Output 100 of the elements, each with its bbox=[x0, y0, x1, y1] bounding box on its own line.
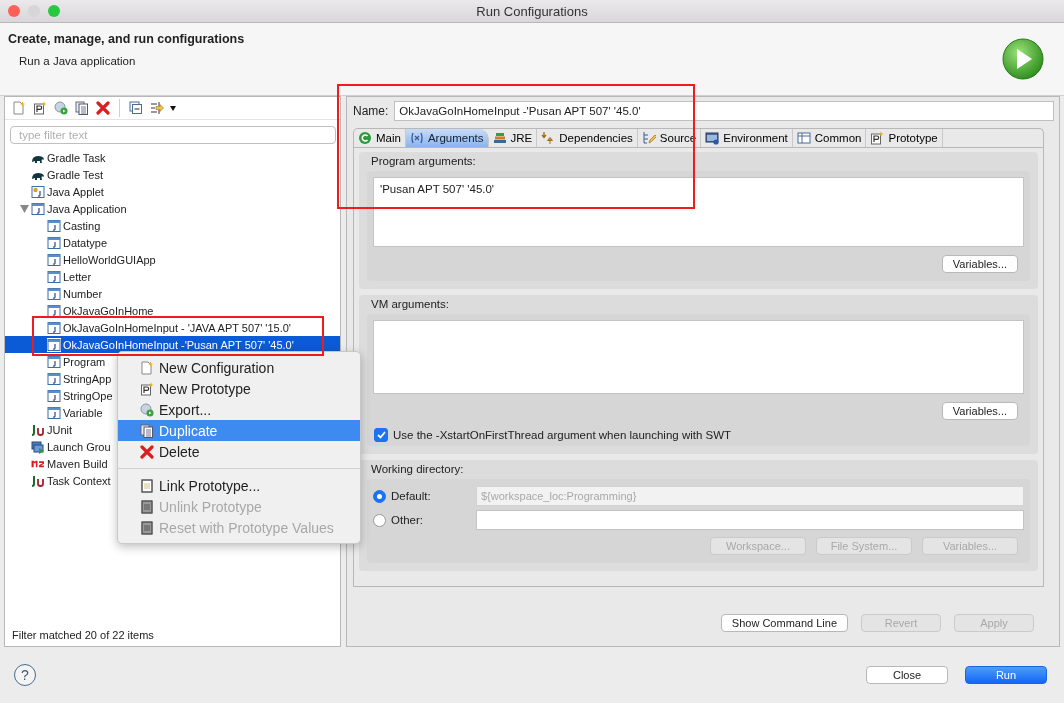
delete-icon bbox=[140, 444, 154, 459]
duplicate-button[interactable] bbox=[74, 100, 90, 116]
program-arguments-field[interactable]: 'Pusan APT 507' '45.0' bbox=[373, 177, 1024, 247]
maven-icon bbox=[31, 459, 45, 468]
tree-item[interactable]: Gradle Task bbox=[19, 149, 110, 166]
unlink-icon bbox=[140, 499, 154, 514]
new-icon bbox=[12, 101, 26, 115]
vm-arguments-field[interactable] bbox=[373, 320, 1024, 394]
collapse-button[interactable] bbox=[128, 100, 144, 116]
applet-icon bbox=[31, 184, 45, 199]
duplicate-icon bbox=[140, 423, 154, 438]
tree-item[interactable]: Datatype bbox=[35, 234, 112, 251]
tree-item[interactable]: Java Applet bbox=[19, 183, 108, 200]
jre-icon bbox=[492, 131, 507, 145]
new-icon bbox=[140, 360, 154, 375]
main-icon bbox=[358, 131, 372, 145]
prototype-button[interactable] bbox=[32, 100, 48, 116]
variables-button[interactable]: Variables... bbox=[941, 402, 1018, 420]
dependencies-icon bbox=[541, 131, 556, 145]
tree-item[interactable]: Maven Build bbox=[19, 455, 112, 472]
radio-label: Default: bbox=[391, 490, 432, 502]
radio-button[interactable] bbox=[373, 513, 386, 527]
tab[interactable]: Environment bbox=[701, 129, 793, 147]
delete-icon bbox=[96, 101, 110, 115]
tree-item[interactable]: Variable bbox=[35, 404, 107, 421]
export-button[interactable] bbox=[53, 100, 69, 116]
tree-item[interactable]: Java Application bbox=[19, 200, 131, 217]
tab[interactable]: Prototype bbox=[866, 129, 943, 147]
tree-item[interactable]: HelloWorldGUIApp bbox=[35, 251, 160, 268]
tree-item[interactable]: StringApp bbox=[35, 370, 116, 387]
directory-field[interactable] bbox=[476, 510, 1024, 530]
tree-item[interactable]: Program bbox=[35, 353, 110, 370]
close-window-button[interactable] bbox=[8, 5, 20, 17]
java-app-icon bbox=[47, 286, 61, 301]
tree-item[interactable]: OkJavaGoInHome bbox=[35, 302, 158, 319]
radio-label: Other: bbox=[391, 514, 424, 526]
reset-icon bbox=[140, 520, 154, 535]
filter-button[interactable] bbox=[149, 100, 165, 116]
zoom-window-button[interactable] bbox=[48, 5, 60, 17]
tab[interactable]: Main bbox=[354, 129, 406, 147]
menu-item[interactable]: Delete bbox=[118, 441, 360, 462]
help-button[interactable]: ? bbox=[14, 664, 36, 686]
tree-item[interactable]: Task Context bbox=[19, 472, 115, 489]
source-icon bbox=[641, 131, 656, 145]
dialog-button[interactable]: Run bbox=[965, 666, 1047, 684]
java-app-icon bbox=[47, 405, 61, 420]
tab[interactable]: JRE bbox=[488, 129, 538, 147]
tab[interactable]: Arguments bbox=[405, 129, 489, 147]
dropdown-caret-icon[interactable] bbox=[170, 105, 176, 111]
checkbox[interactable] bbox=[374, 428, 388, 442]
filter-field[interactable]: type filter text bbox=[10, 126, 336, 144]
java-app-icon bbox=[47, 320, 61, 335]
tree-item[interactable]: Launch Grou bbox=[19, 438, 115, 455]
common-icon bbox=[796, 131, 811, 145]
new-button[interactable] bbox=[11, 100, 27, 116]
java-app-icon bbox=[47, 252, 61, 267]
menu-item[interactable]: New Configuration bbox=[118, 357, 360, 378]
tree-item[interactable]: Gradle Test bbox=[19, 166, 108, 183]
java-app-icon bbox=[47, 337, 61, 352]
dialog-title: Create, manage, and run configurations bbox=[8, 32, 245, 46]
launch-icon bbox=[31, 439, 45, 454]
junit-icon bbox=[31, 422, 45, 437]
delete-button[interactable] bbox=[95, 100, 111, 116]
tab[interactable]: Dependencies bbox=[537, 129, 638, 147]
java-app-icon bbox=[31, 201, 45, 216]
window-title: Run Configurations bbox=[476, 3, 588, 19]
environment-icon bbox=[705, 131, 720, 145]
tree-item[interactable]: Letter bbox=[35, 268, 96, 285]
tree-item[interactable]: OkJavaGoInHomeInput -'Pusan APT 507' '45.0' bbox=[5, 336, 340, 353]
junit-icon bbox=[31, 473, 45, 488]
tree-item[interactable]: StringOpe bbox=[35, 387, 117, 404]
run-icon bbox=[1002, 38, 1044, 80]
link-icon bbox=[140, 478, 154, 493]
group-label: VM arguments: bbox=[371, 298, 450, 310]
export-icon bbox=[54, 101, 68, 115]
export-icon bbox=[140, 402, 154, 417]
java-app-icon bbox=[47, 303, 61, 318]
group-label: Program arguments: bbox=[371, 155, 477, 167]
dialog-subtitle: Run a Java application bbox=[19, 55, 137, 67]
prototype-icon bbox=[870, 131, 885, 145]
tree-item[interactable]: Number bbox=[35, 285, 107, 302]
panel-button[interactable]: Show Command Line bbox=[720, 614, 848, 632]
tab[interactable]: Common bbox=[792, 129, 867, 147]
tree-item[interactable]: OkJavaGoInHomeInput - 'JAVA APT 507' '15.0' bbox=[35, 319, 295, 336]
menu-item[interactable]: New Prototype bbox=[118, 378, 360, 399]
filter-icon bbox=[150, 101, 164, 115]
duplicate-icon bbox=[75, 101, 89, 115]
prototype-icon bbox=[140, 381, 154, 396]
variables-button[interactable]: Variables... bbox=[941, 255, 1018, 273]
expand-arrow-icon[interactable] bbox=[19, 204, 29, 213]
tree-item[interactable]: Casting bbox=[35, 217, 105, 234]
prototype-icon bbox=[33, 101, 47, 115]
menu-item[interactable]: Link Prototype... bbox=[118, 475, 360, 496]
menu-item[interactable]: Export... bbox=[118, 399, 360, 420]
dialog-button[interactable]: Close bbox=[866, 666, 948, 684]
checkbox-label: Use the -XstartOnFirstThread argument when launching with SWT bbox=[393, 429, 732, 441]
java-app-icon bbox=[47, 371, 61, 386]
tree-item[interactable]: JUnit bbox=[19, 421, 77, 438]
java-app-icon bbox=[47, 388, 61, 403]
name-field[interactable]: OkJavaGoInHomeInput -'Pusan APT 507' '45.0' bbox=[394, 101, 1054, 121]
